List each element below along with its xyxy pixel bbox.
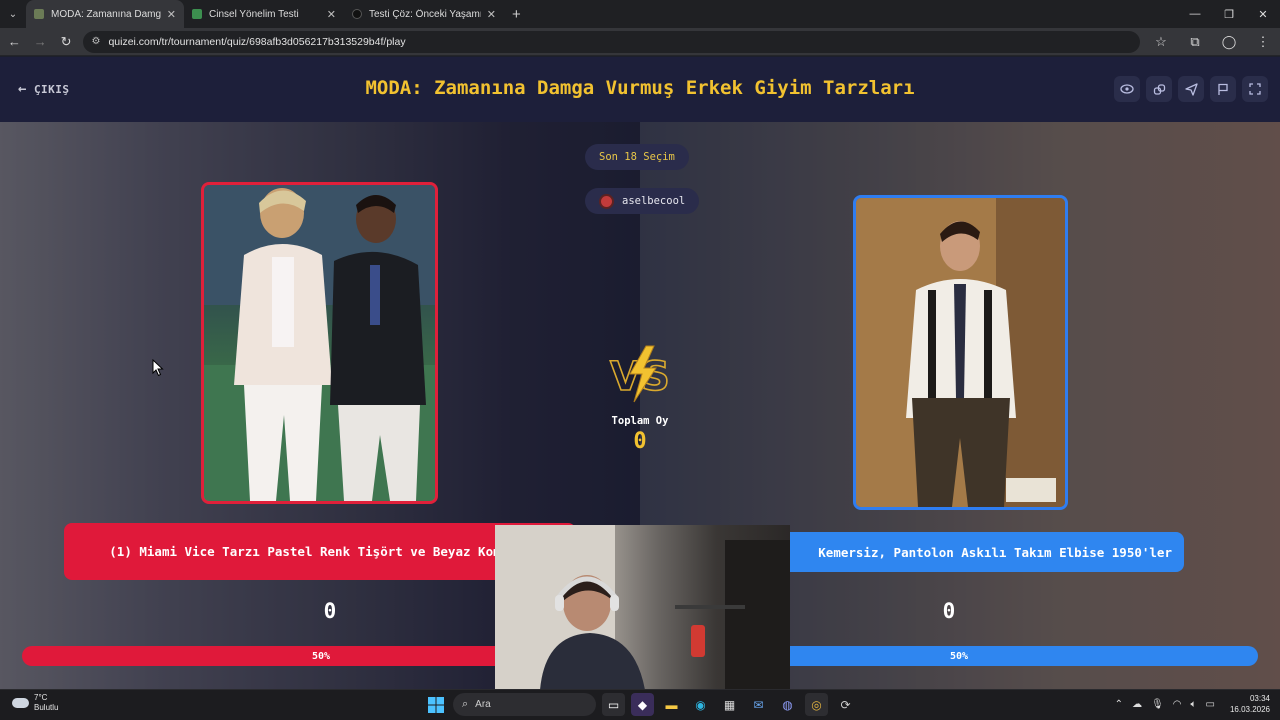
browser-tab-bar: ⌄ MODA: Zamanına Damga Vurm ✕ Cinsel Yön…	[0, 0, 1280, 28]
profile-icon[interactable]: ◯	[1212, 34, 1246, 50]
app-icon[interactable]: ⟳	[834, 693, 857, 716]
right-choice-label: Kemersiz, Pantolon Askılı Takım Elbise 1…	[818, 544, 1172, 560]
microphone-icon[interactable]: 🎙︎	[1151, 699, 1164, 710]
mail-icon[interactable]: ✉	[747, 693, 770, 716]
widgets-app-icon[interactable]: ◆	[631, 693, 654, 716]
taskbar: 7°C Bulutlu ⌕ Ara ▭ ◆ ▬ ◉ ▦ ✉ ◍ ◎ ⟳ ⌃ ☁ …	[0, 689, 1280, 720]
avatar	[599, 193, 614, 209]
mouse-cursor-icon	[152, 359, 164, 377]
favicon-icon	[34, 9, 44, 19]
right-choice-image[interactable]	[853, 195, 1068, 510]
volume-icon[interactable]: 🔈︎	[1191, 699, 1197, 710]
taskbar-search[interactable]: ⌕ Ara	[453, 693, 596, 716]
weather-widget[interactable]: 7°C Bulutlu	[12, 693, 58, 713]
task-view-icon[interactable]: ▭	[602, 693, 625, 716]
left-choice-image[interactable]	[201, 182, 438, 504]
search-placeholder: Ara	[475, 699, 491, 710]
back-icon[interactable]: ←	[3, 30, 26, 54]
battery-icon[interactable]: ▭	[1206, 699, 1215, 710]
tray-app-icon[interactable]: ☁	[1132, 699, 1142, 710]
tab-3[interactable]: Testi Çöz: Önceki Yaşamındaki C ✕	[344, 0, 504, 28]
quiz-page: ← ÇIKIŞ MODA: Zamanına Damga Vurmuş Erke…	[0, 57, 1280, 689]
eye-icon[interactable]	[1114, 76, 1140, 102]
weather-temp: 7°C	[34, 693, 48, 702]
flag-icon[interactable]	[1210, 76, 1236, 102]
discord-icon[interactable]: ◍	[776, 693, 799, 716]
left-choice-label: (1) Miami Vice Tarzı Pastel Renk Tişört …	[109, 544, 531, 559]
chevron-up-icon[interactable]: ⌃	[1115, 699, 1123, 710]
chrome-icon[interactable]: ◎	[805, 693, 828, 716]
webcam-overlay	[495, 525, 790, 689]
address-bar-row: ← → ↻ ⚙ quizei.com/tr/tournament/quiz/69…	[0, 28, 1280, 56]
window-controls: — ❐ ✕	[1178, 0, 1280, 28]
round-badge: Son 18 Seçim	[585, 144, 689, 170]
user-badge[interactable]: aselbecool	[585, 188, 700, 214]
minimize-icon[interactable]: —	[1178, 0, 1212, 28]
quiz-title: MODA: Zamanına Damga Vurmuş Erkek Giyim …	[365, 77, 915, 99]
versus-icon: VS	[609, 345, 671, 403]
edge-browser-icon[interactable]: ◉	[689, 693, 712, 716]
tab-search-icon[interactable]: ⌄	[0, 0, 26, 28]
search-icon: ⌕	[462, 698, 469, 710]
site-info-icon[interactable]: ⚙	[91, 36, 100, 47]
favicon-icon	[352, 9, 362, 19]
url-text: quizei.com/tr/tournament/quiz/698afb3d05…	[108, 35, 406, 48]
reload-icon[interactable]: ↻	[55, 30, 78, 54]
clock-date: 16.03.2026	[1229, 705, 1270, 714]
system-tray: ⌃ ☁ 🎙︎ ◠ 🔈︎ ▭ 03:34 16.03.2026	[1115, 693, 1270, 715]
bookmark-star-icon[interactable]: ☆	[1144, 34, 1178, 50]
total-votes-value: 0	[633, 429, 647, 454]
tab-title: Cinsel Yönelim Testi	[209, 8, 299, 20]
cloud-icon	[12, 698, 29, 708]
quiz-toolbar	[1114, 76, 1268, 102]
right-percent-label: 50%	[949, 650, 969, 662]
send-icon[interactable]	[1178, 76, 1204, 102]
weather-desc: Bulutlu	[34, 703, 59, 712]
right-votes: 0	[942, 599, 956, 623]
clock[interactable]: 03:34 16.03.2026	[1230, 693, 1270, 715]
favicon-icon	[192, 9, 202, 19]
restore-icon[interactable]: ❐	[1212, 0, 1246, 28]
total-votes-label: Toplam Oy	[611, 415, 669, 427]
quiz-header: ← ÇIKIŞ MODA: Zamanına Damga Vurmuş Erke…	[0, 57, 1280, 122]
tab-title: Testi Çöz: Önceki Yaşamındaki C	[369, 8, 481, 20]
windows-start-icon[interactable]	[424, 693, 447, 716]
browser-menu-icon[interactable]: ⋮	[1246, 34, 1280, 50]
close-tab-icon[interactable]: ✕	[167, 8, 176, 21]
extensions-icon[interactable]: ⧉	[1178, 34, 1212, 50]
tab-active[interactable]: MODA: Zamanına Damga Vurm ✕	[26, 0, 184, 28]
forward-icon[interactable]: →	[29, 30, 52, 54]
tab-title: MODA: Zamanına Damga Vurm	[51, 8, 161, 20]
link-icon[interactable]	[1146, 76, 1172, 102]
close-window-icon[interactable]: ✕	[1246, 0, 1280, 28]
tab-2[interactable]: Cinsel Yönelim Testi ✕	[184, 0, 344, 28]
close-tab-icon[interactable]: ✕	[487, 8, 496, 21]
file-explorer-icon[interactable]: ▬	[660, 693, 683, 716]
close-tab-icon[interactable]: ✕	[327, 8, 336, 21]
wifi-icon[interactable]: ◠	[1173, 699, 1182, 710]
store-icon[interactable]: ▦	[718, 693, 741, 716]
left-percent-label: 50%	[311, 650, 331, 662]
new-tab-icon[interactable]: +	[512, 6, 521, 23]
url-field[interactable]: ⚙ quizei.com/tr/tournament/quiz/698afb3d…	[83, 30, 1140, 53]
username: aselbecool	[622, 195, 686, 207]
clock-time: 03:34	[1249, 694, 1270, 703]
left-votes: 0	[323, 599, 337, 623]
fullscreen-icon[interactable]	[1242, 76, 1268, 102]
